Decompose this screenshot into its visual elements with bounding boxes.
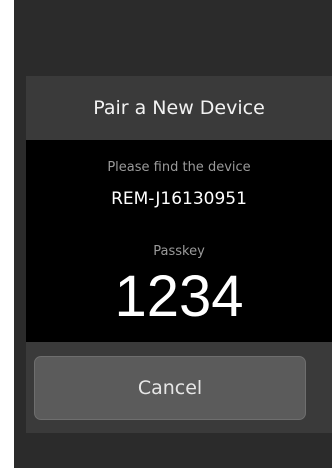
passkey-label: Passkey	[153, 244, 205, 259]
passkey-value: 1234	[114, 264, 244, 329]
instruction-text: Please find the device	[107, 160, 251, 175]
device-name: REM-J16130951	[111, 189, 247, 209]
dialog-body: Please find the device REM-J16130951 Pas…	[26, 140, 332, 342]
device-screen: Pair a New Device Please find the device…	[14, 0, 332, 468]
cancel-button[interactable]: Cancel	[34, 356, 306, 420]
dialog-title: Pair a New Device	[93, 97, 265, 119]
